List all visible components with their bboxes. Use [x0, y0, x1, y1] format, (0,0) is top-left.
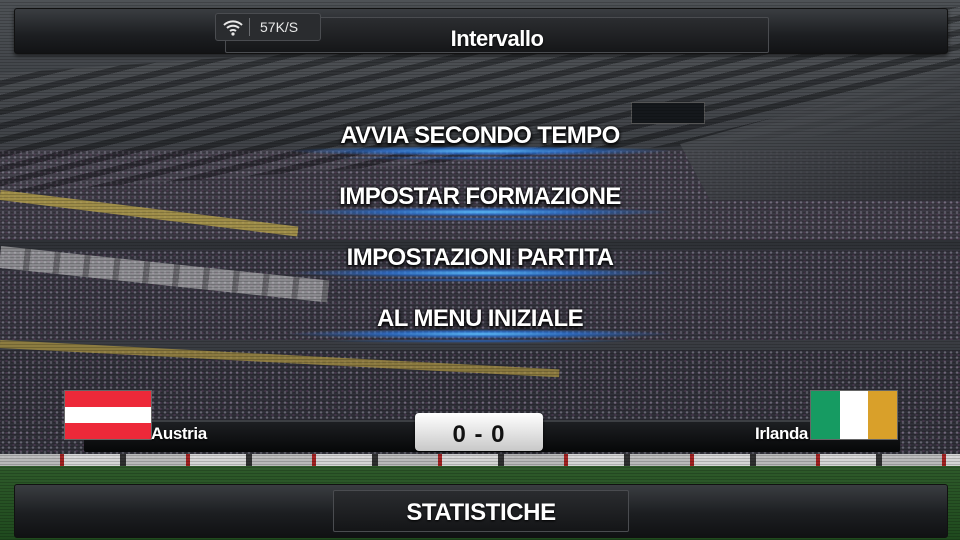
flag-stripe [65, 391, 151, 407]
menu-glow-under [320, 278, 640, 282]
score-box: 0 - 0 [415, 413, 543, 451]
menu-glow-under [320, 339, 640, 343]
match-score: 0 - 0 [452, 421, 506, 448]
away-team-name: Irlanda [755, 424, 808, 443]
away-team-flag [810, 390, 898, 440]
menu-item-match-settings[interactable]: IMPOSTAZIONI PARTITA [290, 236, 670, 282]
flag-stripe [868, 391, 898, 439]
menu-item-label: AL MENU INIZIALE [377, 305, 584, 332]
menu-item-label: AVVIA SECONDO TEMPO [340, 122, 620, 149]
menu-item-set-formation[interactable]: IMPOSTAR FORMAZIONE [290, 175, 670, 221]
menu-item-start-second-half[interactable]: AVVIA SECONDO TEMPO [290, 114, 670, 160]
top-bar: Intervallo 57K/S [14, 8, 948, 54]
badge-divider [249, 18, 250, 36]
flag-stripe [839, 391, 869, 439]
flag-stripe [65, 423, 151, 439]
statistics-button-label: STATISTICHE [406, 499, 556, 526]
statistics-button[interactable]: STATISTICHE [333, 490, 629, 532]
flag-stripe [811, 391, 840, 439]
menu-item-label: IMPOSTAR FORMAZIONE [339, 183, 621, 210]
menu-glow-under [320, 156, 640, 160]
network-status-badge: 57K/S [215, 13, 321, 41]
menu-glow-under [320, 217, 640, 221]
menu-item-label: IMPOSTAZIONI PARTITA [346, 244, 614, 271]
flag-stripe [65, 407, 151, 423]
menu-item-main-menu[interactable]: AL MENU INIZIALE [290, 297, 670, 343]
home-team-flag [64, 390, 152, 440]
bottom-bar: STATISTICHE [14, 484, 948, 538]
wifi-icon [223, 20, 243, 36]
home-team-name: Austria [151, 424, 207, 443]
network-speed: 57K/S [260, 19, 299, 35]
